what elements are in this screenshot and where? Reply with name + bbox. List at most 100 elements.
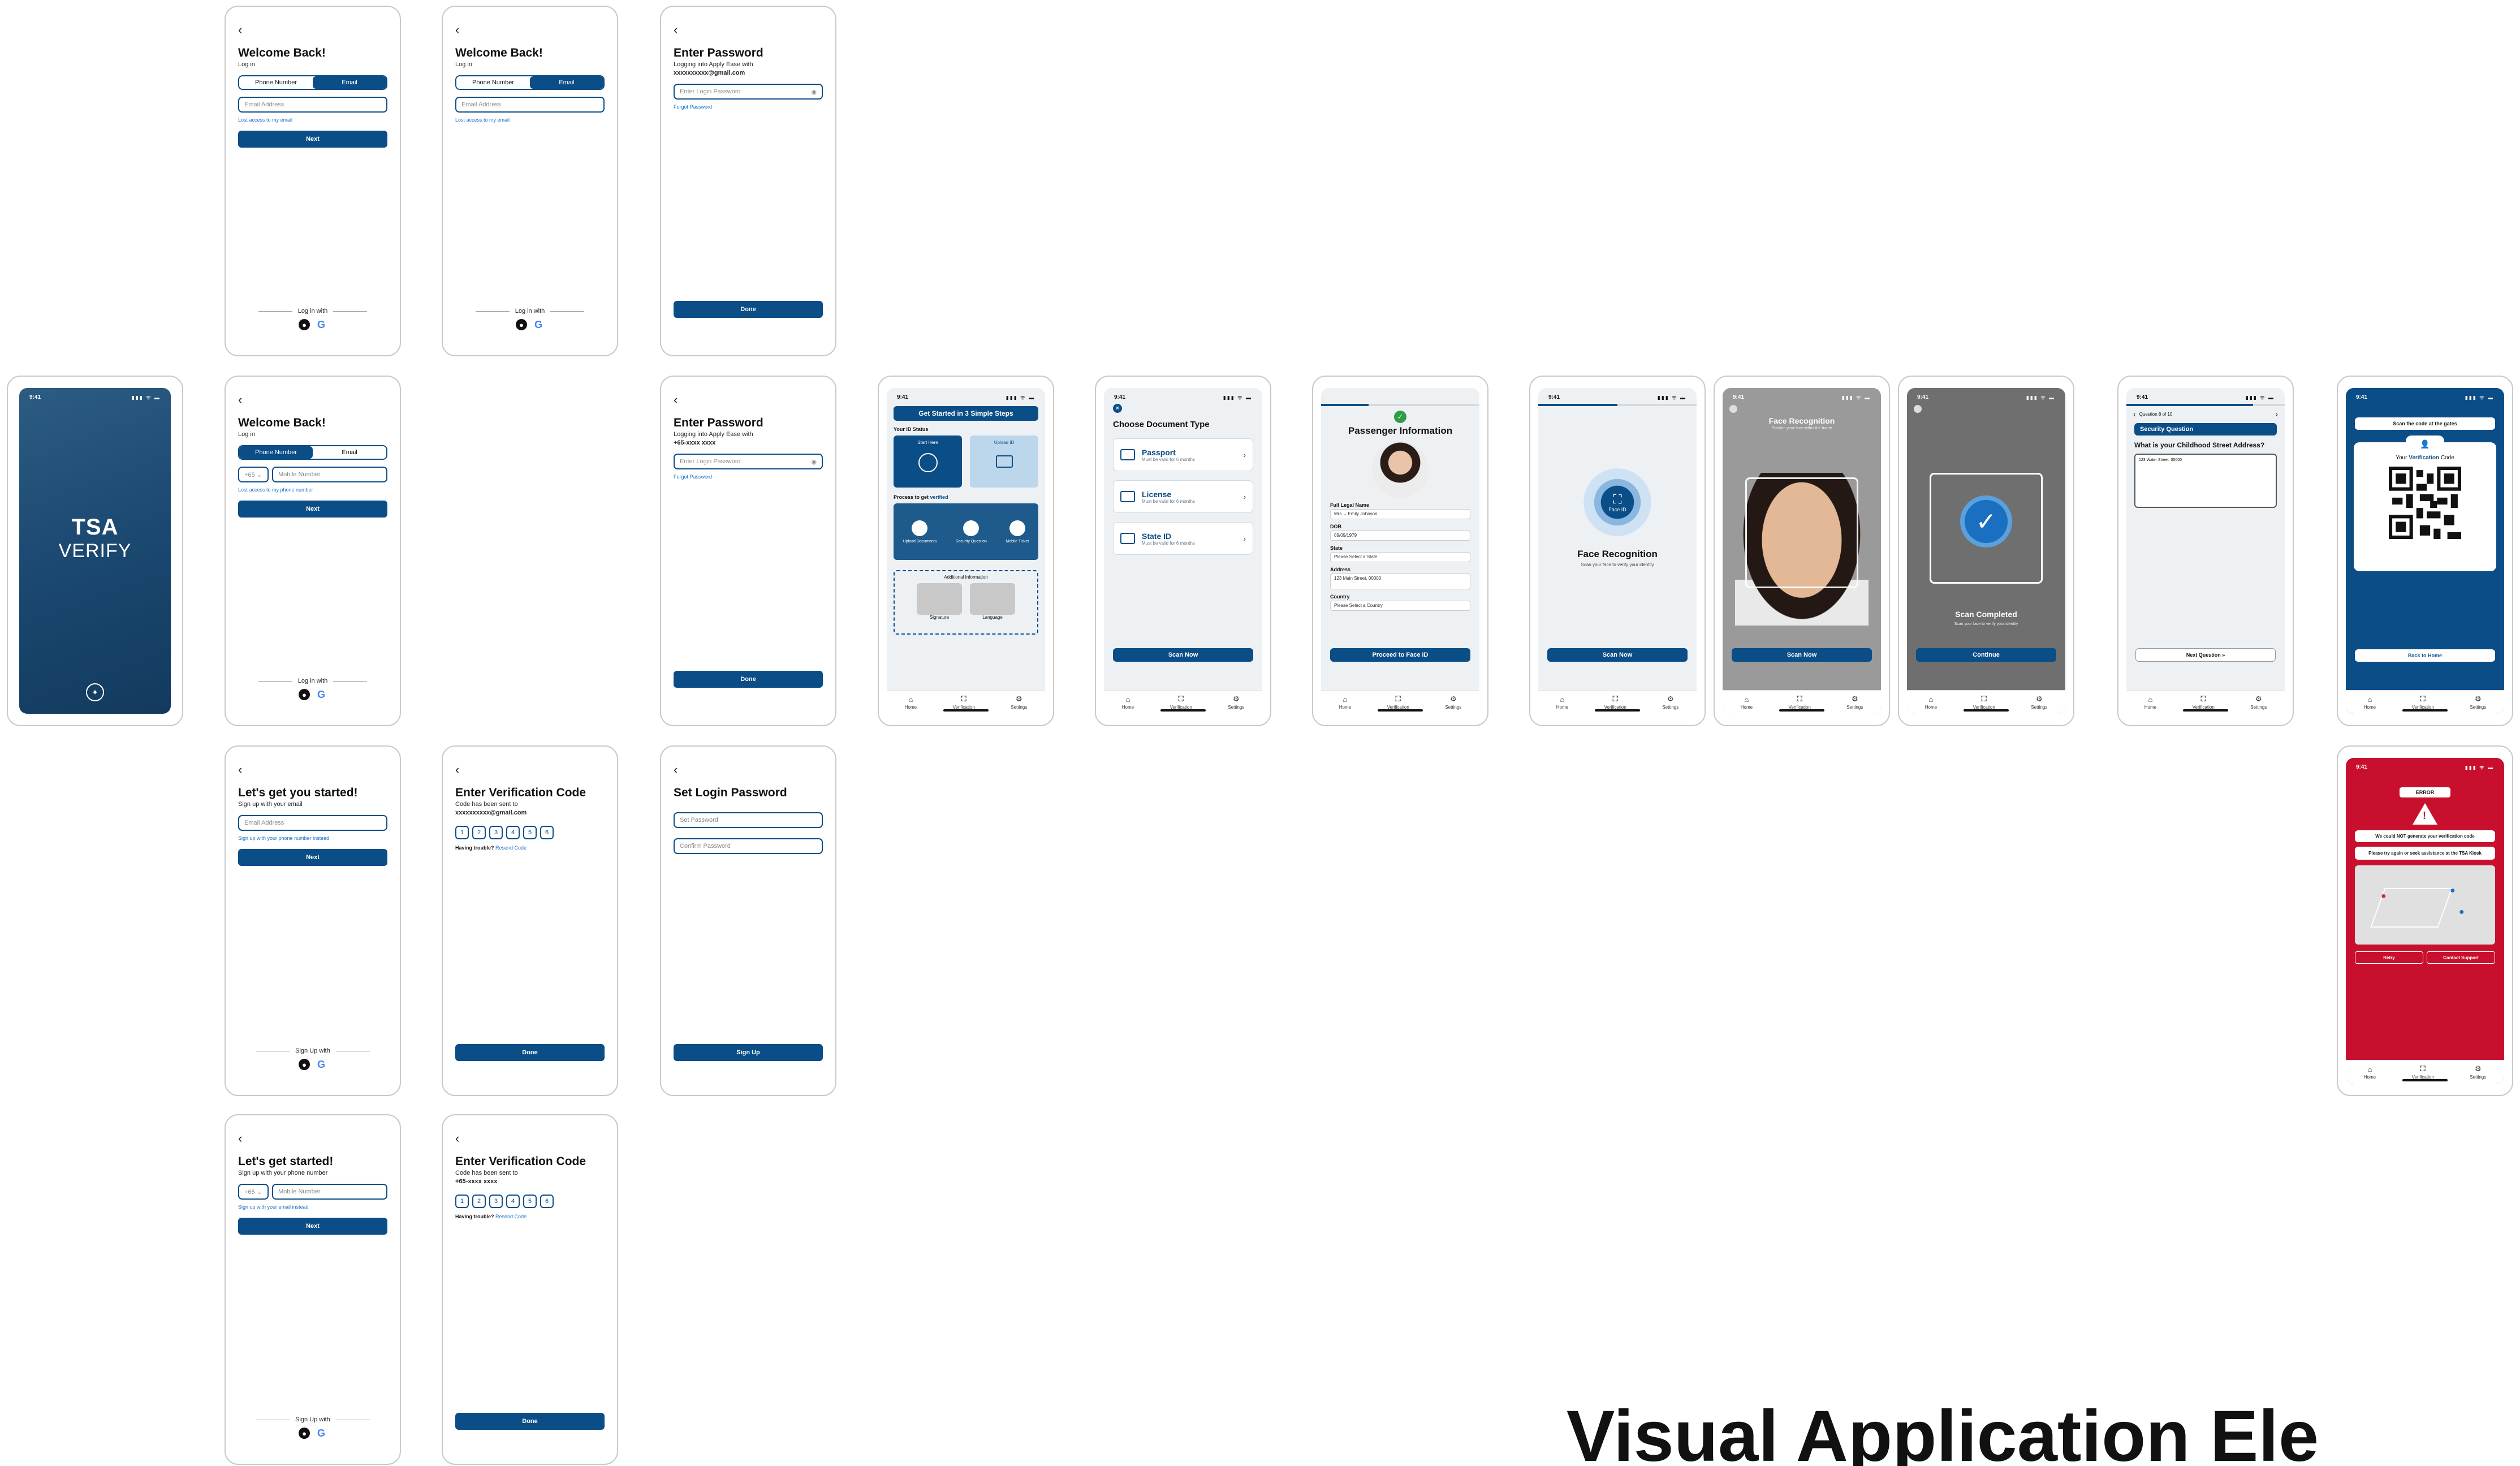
forgot-password-link[interactable]: Forgot Password (674, 474, 823, 480)
nav-settings[interactable]: ⚙ Settings (2470, 1064, 2486, 1080)
apple-icon[interactable]: ● (299, 689, 310, 700)
chevron-right-icon[interactable]: › (2275, 409, 2278, 419)
code-digit[interactable]: 1 (455, 826, 469, 839)
tab-phone-number[interactable]: Phone Number (239, 446, 313, 459)
close-icon[interactable] (1729, 405, 1737, 413)
back-icon[interactable]: ‹ (674, 394, 823, 406)
signature-tile[interactable]: Signature (917, 583, 962, 620)
resend-code-link[interactable]: Resend Code (495, 1214, 527, 1219)
nav-home[interactable]: ⌂ Home (1925, 695, 1937, 710)
password-field[interactable]: Enter Login Password ◉ (674, 84, 823, 100)
country-select[interactable]: Please Select a Country (1330, 601, 1470, 611)
nav-verification[interactable]: ⛶ Verification (1973, 695, 1995, 710)
doc-card-state-id[interactable]: State ID Must be valid for 6 months › (1113, 522, 1253, 555)
email-field[interactable]: Email Address (238, 815, 387, 831)
tab-email[interactable]: Email (530, 76, 603, 89)
google-icon[interactable]: G (316, 1428, 327, 1439)
back-icon[interactable]: ‹ (455, 24, 605, 36)
back-icon[interactable]: ‹ (455, 1132, 605, 1145)
nav-home[interactable]: ⌂ Home (1556, 695, 1568, 710)
mobile-number-field[interactable]: Mobile Number (272, 1184, 387, 1200)
back-icon[interactable]: ‹ (238, 1132, 387, 1145)
code-digit[interactable]: 6 (540, 1195, 554, 1208)
address-field[interactable]: 123 Main Street, 00000 (1330, 574, 1470, 589)
signup-email-link[interactable]: Sign up with your email instead (238, 1204, 387, 1210)
nav-settings[interactable]: ⚙ Settings (1011, 695, 1027, 710)
next-button[interactable]: Next (238, 849, 387, 866)
apple-icon[interactable]: ● (516, 319, 527, 330)
tab-phone-number[interactable]: Phone Number (239, 76, 313, 89)
signup-phone-link[interactable]: Sign up with your phone number instead (238, 835, 387, 841)
nav-settings[interactable]: ⚙ Settings (1445, 695, 1461, 710)
nav-home[interactable]: ⌂ Home (1741, 695, 1753, 710)
done-button[interactable]: Done (455, 1413, 605, 1430)
nav-verification[interactable]: ⛶ Verification (2412, 695, 2434, 710)
mobile-number-field[interactable]: Mobile Number (272, 467, 387, 482)
eye-icon[interactable]: ◉ (811, 88, 817, 96)
scan-now-button[interactable]: Scan Now (1732, 648, 1872, 662)
nav-home[interactable]: ⌂ Home (1122, 695, 1134, 710)
code-digit[interactable]: 4 (506, 826, 520, 839)
scan-now-button[interactable]: Scan Now (1547, 648, 1688, 662)
back-icon[interactable]: ‹ (238, 394, 387, 406)
email-field[interactable]: Email Address (238, 97, 387, 113)
nav-home[interactable]: ⌂ Home (905, 695, 917, 710)
nav-verification[interactable]: ⛶ Verification (2193, 695, 2215, 710)
code-digit[interactable]: 2 (472, 1195, 486, 1208)
start-here-card[interactable]: Start Here (894, 436, 962, 488)
google-icon[interactable]: G (316, 319, 327, 330)
doc-card-passport[interactable]: Passport Must be valid for 6 months › (1113, 438, 1253, 471)
code-digit[interactable]: 6 (540, 826, 554, 839)
nav-home[interactable]: ⌂ Home (2364, 1065, 2376, 1080)
next-button[interactable]: Next (238, 1218, 387, 1235)
doc-card-license[interactable]: License Must be valid for 6 months › (1113, 480, 1253, 513)
dob-field[interactable]: 09/09/1979 (1330, 531, 1470, 541)
code-digit[interactable]: 5 (523, 1195, 537, 1208)
nav-verification[interactable]: ⛶ Verification (1789, 695, 1811, 710)
country-code-select[interactable]: +65 ⌄ (238, 467, 269, 482)
lost-access-link[interactable]: Lost access to my phone number (238, 487, 387, 493)
code-digit[interactable]: 2 (472, 826, 486, 839)
next-button[interactable]: Next (238, 501, 387, 518)
google-icon[interactable]: G (316, 689, 327, 700)
tab-email[interactable]: Email (313, 446, 386, 459)
nav-settings[interactable]: ⚙ Settings (1228, 695, 1244, 710)
upload-id-card[interactable]: Upload ID (970, 436, 1038, 488)
google-icon[interactable]: G (316, 1059, 327, 1070)
state-select[interactable]: Please Select a State (1330, 552, 1470, 562)
apple-icon[interactable]: ● (299, 319, 310, 330)
nav-home[interactable]: ⌂ Home (1339, 695, 1351, 710)
tab-email[interactable]: Email (313, 76, 386, 89)
nav-settings[interactable]: ⚙ Settings (1662, 695, 1678, 710)
nav-settings[interactable]: ⚙ Settings (2250, 695, 2267, 710)
set-password-field[interactable]: Set Password (674, 812, 823, 828)
done-button[interactable]: Done (674, 671, 823, 688)
email-field[interactable]: Email Address (455, 97, 605, 113)
nav-verification[interactable]: ⛶ Verification (1387, 695, 1409, 710)
back-to-home-button[interactable]: Back to Home (2355, 649, 2495, 662)
code-digit[interactable]: 3 (489, 1195, 503, 1208)
tab-phone-number[interactable]: Phone Number (456, 76, 530, 89)
chevron-left-icon[interactable]: ‹ (2133, 409, 2136, 419)
done-button[interactable]: Done (455, 1044, 605, 1061)
apple-icon[interactable]: ● (299, 1059, 310, 1070)
google-icon[interactable]: G (533, 319, 544, 330)
sign-up-button[interactable]: Sign Up (674, 1044, 823, 1061)
country-code-select[interactable]: +65 ⌄ (238, 1184, 269, 1200)
back-icon[interactable]: ‹ (674, 764, 823, 776)
nav-verification[interactable]: ⛶ Verification (1170, 695, 1192, 710)
nav-settings[interactable]: ⚙ Settings (2470, 695, 2486, 710)
continue-button[interactable]: Continue (1916, 648, 2056, 662)
lost-access-link[interactable]: Lost access to my email (455, 117, 605, 123)
forgot-password-link[interactable]: Forgot Password (674, 104, 823, 110)
back-icon[interactable]: ‹ (674, 24, 823, 36)
next-question-button[interactable]: Next Question » (2135, 648, 2276, 662)
eye-icon[interactable]: ◉ (811, 458, 817, 465)
back-icon[interactable]: ‹ (455, 764, 605, 776)
code-digit[interactable]: 4 (506, 1195, 520, 1208)
answer-field[interactable]: 123 Water Street, 00000 (2134, 454, 2277, 508)
language-tile[interactable]: Language (970, 583, 1015, 620)
apple-icon[interactable]: ● (299, 1428, 310, 1439)
resend-code-link[interactable]: Resend Code (495, 845, 527, 851)
retry-button[interactable]: Retry (2355, 951, 2423, 964)
